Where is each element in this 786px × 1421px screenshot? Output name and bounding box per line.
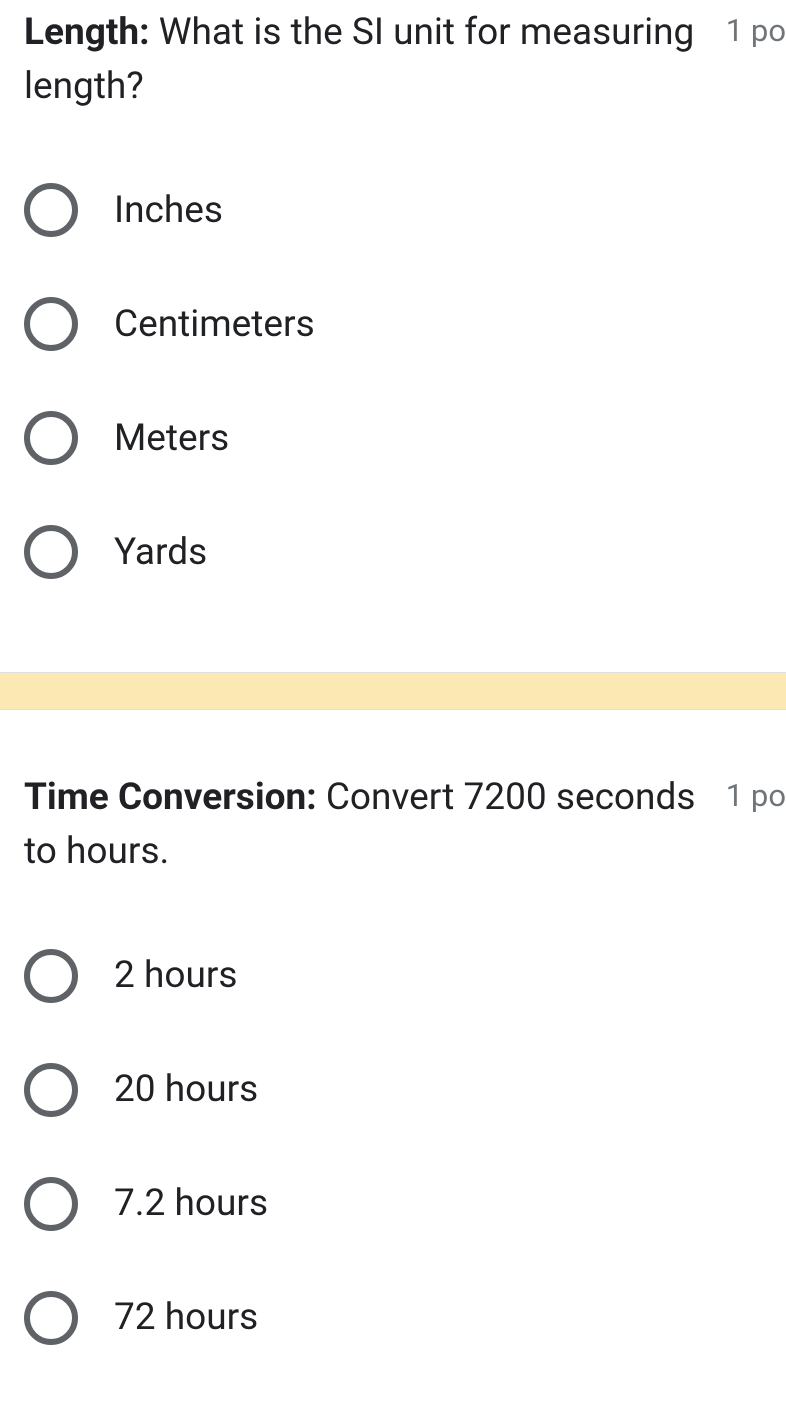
option-label: 2 hours [114,954,237,997]
option-label: Meters [114,417,229,460]
question-card-1: Length: What is the SI unit for measurin… [0,0,786,654]
option-centimeters[interactable]: Centimeters [24,297,762,351]
option-inches[interactable]: Inches [24,183,762,237]
question-title: Length: What is the SI unit for measurin… [24,6,726,113]
option-7-2-hours[interactable]: 7.2 hours [24,1177,762,1231]
option-2-hours[interactable]: 2 hours [24,949,762,1003]
radio-icon [24,297,78,351]
radio-icon [24,1291,78,1345]
option-yards[interactable]: Yards [24,525,762,579]
options-group: Inches Centimeters Meters Yards [24,183,762,654]
option-label: Centimeters [114,303,315,346]
question-prefix: Length: [24,11,150,54]
question-prefix: Time Conversion: [24,776,317,819]
option-20-hours[interactable]: 20 hours [24,1063,762,1117]
radio-icon [24,525,78,579]
option-label: Inches [114,189,223,232]
question-title: Time Conversion: Convert 7200 seconds to… [24,771,726,878]
option-label: 7.2 hours [114,1182,268,1225]
radio-icon [24,183,78,237]
radio-icon [24,949,78,1003]
radio-icon [24,1063,78,1117]
radio-icon [24,411,78,465]
radio-icon [24,1177,78,1231]
question-card-2: Time Conversion: Convert 7200 seconds to… [0,765,786,1354]
question-points: 1 po [726,6,786,49]
option-label: 20 hours [114,1068,258,1111]
option-meters[interactable]: Meters [24,411,762,465]
question-header: Length: What is the SI unit for measurin… [24,0,762,113]
option-72-hours[interactable]: 72 hours [24,1291,762,1345]
option-label: Yards [114,531,207,574]
question-header: Time Conversion: Convert 7200 seconds to… [24,765,762,878]
option-label: 72 hours [114,1296,258,1339]
question-points: 1 po [726,771,786,814]
separator-band [0,672,786,710]
options-group: 2 hours 20 hours 7.2 hours 72 hours [24,949,762,1355]
